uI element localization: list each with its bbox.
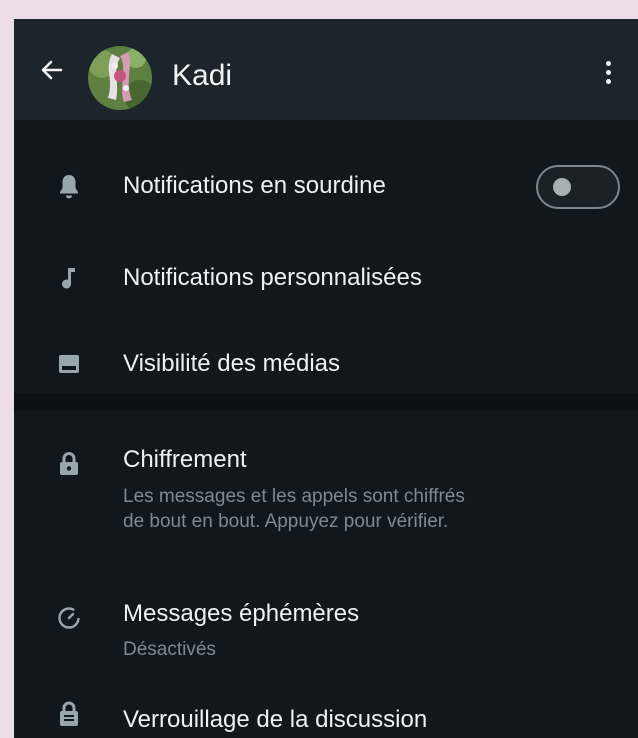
encryption-label: Chiffrement	[123, 446, 247, 473]
back-button[interactable]	[38, 56, 66, 84]
encryption-description: Les messages et les appels sont chiffrés…	[123, 484, 603, 534]
disappearing-messages-status: Désactivés	[123, 639, 216, 660]
more-vertical-icon	[605, 60, 611, 84]
disappearing-messages-label: Messages éphémères	[123, 600, 360, 627]
media-visibility-label: Visibilité des médias	[123, 350, 340, 377]
chat-info-screen: Kadi Notifications en sourdine Notificat…	[14, 19, 638, 738]
custom-notifications-label: Notifications personnalisées	[123, 264, 422, 291]
custom-notifications-row[interactable]: Notifications personnalisées	[14, 241, 638, 317]
toggle-knob	[553, 178, 571, 196]
encryption-description-line2: de bout en bout. Appuyez pour vérifier.	[123, 511, 449, 532]
avatar[interactable]	[88, 46, 152, 110]
music-note-icon	[54, 263, 84, 293]
arrow-left-icon	[41, 60, 63, 80]
mute-notifications-label: Notifications en sourdine	[123, 172, 386, 199]
chat-lock-icon	[54, 699, 84, 729]
disappearing-messages-row[interactable]: Messages éphémères Désactivés	[14, 579, 638, 679]
lock-icon	[54, 449, 84, 479]
encryption-row[interactable]: Chiffrement Les messages et les appels s…	[14, 429, 638, 554]
app-bar: Kadi	[14, 19, 638, 120]
more-options-button[interactable]	[596, 55, 620, 89]
timer-icon	[54, 603, 84, 633]
chat-lock-row[interactable]: Verrouillage de la discussion	[14, 691, 638, 738]
encryption-description-line1: Les messages et les appels sont chiffrés	[123, 486, 465, 507]
media-visibility-row[interactable]: Visibilité des médias	[14, 327, 638, 403]
mute-notifications-toggle[interactable]	[536, 165, 620, 209]
image-icon	[54, 349, 84, 379]
bell-icon	[54, 171, 84, 201]
contact-name[interactable]: Kadi	[172, 59, 232, 93]
chat-lock-label: Verrouillage de la discussion	[123, 706, 428, 733]
